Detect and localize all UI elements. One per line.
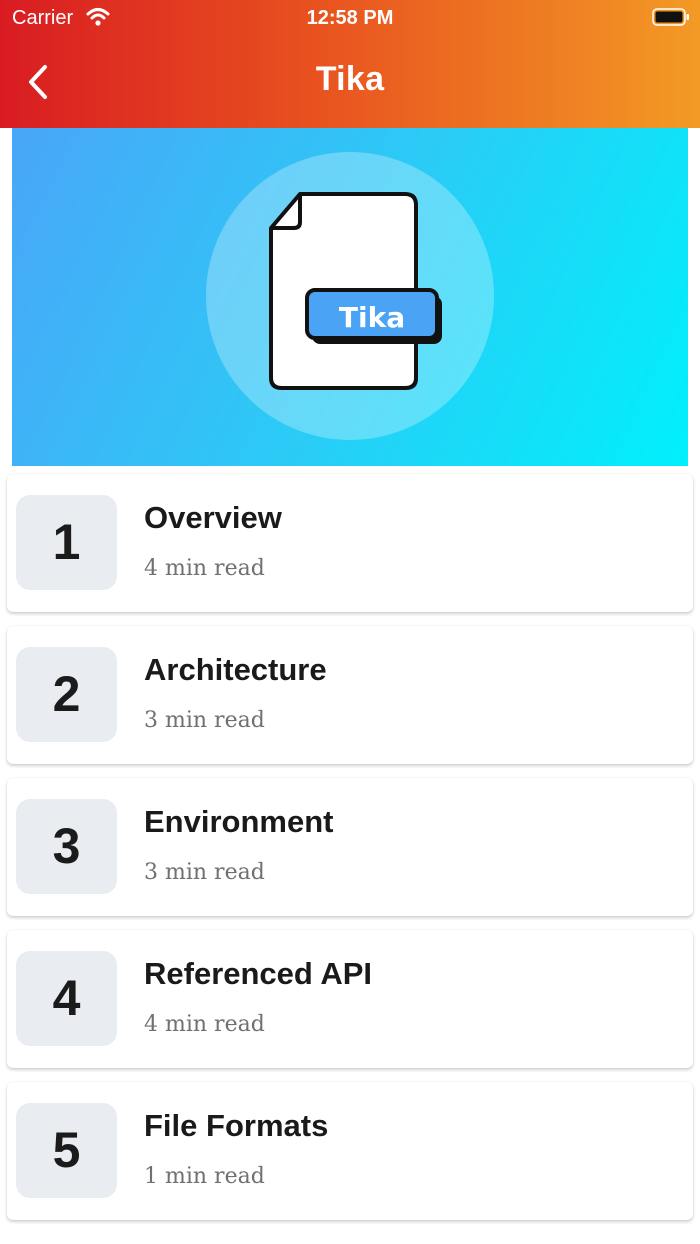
chapter-title: Referenced API [144, 956, 372, 991]
clock: 12:58 PM [306, 7, 394, 29]
chapter-number: 5 [16, 1103, 117, 1198]
chapter-title: Environment [144, 804, 334, 839]
read-time: 4 min read [144, 1012, 265, 1037]
hero-banner: Tika [12, 128, 688, 466]
chapter-number: 2 [16, 647, 117, 742]
chapter-title: Architecture [144, 652, 327, 687]
navigation-bar: Carrier 12:58 PM Tika [0, 0, 700, 128]
chapter-title: File Formats [144, 1108, 329, 1143]
document-icon: Tika [206, 152, 494, 440]
read-time: 3 min read [144, 708, 265, 733]
list-item[interactable]: 3 Environment 3 min read [7, 778, 693, 916]
chapter-number: 1 [16, 495, 117, 590]
list-item[interactable]: 5 File Formats 1 min read [7, 1082, 693, 1220]
list-item[interactable]: 2 Architecture 3 min read [7, 626, 693, 764]
status-bar: Carrier 12:58 PM [0, 0, 700, 40]
chapter-number: 3 [16, 799, 117, 894]
read-time: 3 min read [144, 860, 265, 885]
chapter-title: Overview [144, 500, 282, 535]
badge-label: Tika [339, 301, 405, 334]
list-item[interactable]: 1 Overview 4 min read [7, 474, 693, 612]
page-title: Tika [315, 60, 385, 98]
list-item[interactable]: 4 Referenced API 4 min read [7, 930, 693, 1068]
read-time: 1 min read [144, 1164, 265, 1189]
battery-icon [652, 8, 689, 26]
read-time: 4 min read [144, 556, 265, 581]
chapter-number: 4 [16, 951, 117, 1046]
